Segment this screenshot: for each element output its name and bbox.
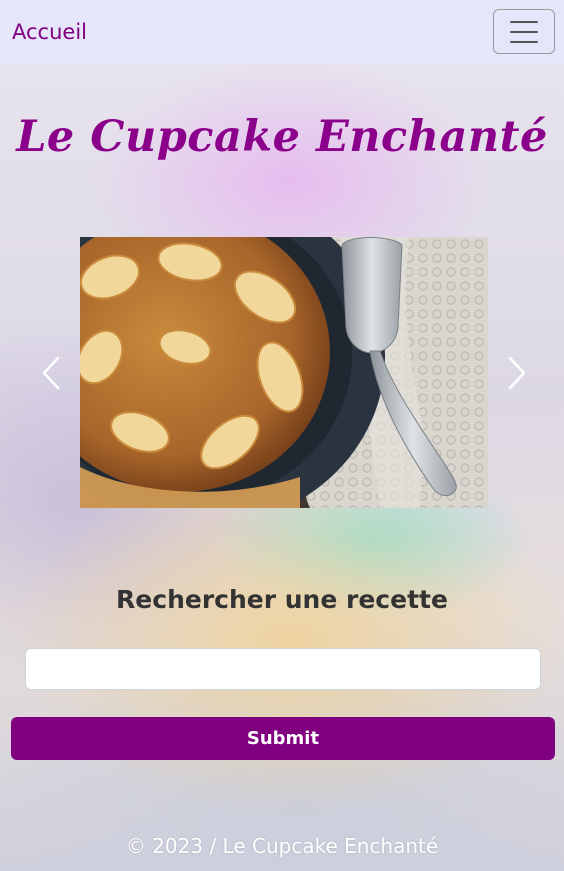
carousel-image [80, 237, 488, 508]
navbar-toggler-button[interactable] [493, 9, 555, 54]
hamburger-menu-icon [510, 20, 538, 43]
search-heading: Rechercher une recette [116, 585, 448, 614]
submit-button[interactable]: Submit [11, 717, 555, 760]
navbar: Accueil [0, 0, 564, 63]
carousel-prev-button[interactable] [38, 355, 68, 391]
footer-copyright: © 2023 / Le Cupcake Enchanté [125, 834, 439, 858]
page-title: Le Cupcake Enchanté [16, 112, 548, 162]
chevron-left-icon [42, 356, 60, 390]
chevron-right-icon [508, 356, 526, 390]
navbar-brand-accueil[interactable]: Accueil [12, 20, 87, 44]
recipe-carousel[interactable] [80, 237, 488, 508]
search-input[interactable] [25, 648, 541, 690]
carousel-next-button[interactable] [500, 355, 530, 391]
